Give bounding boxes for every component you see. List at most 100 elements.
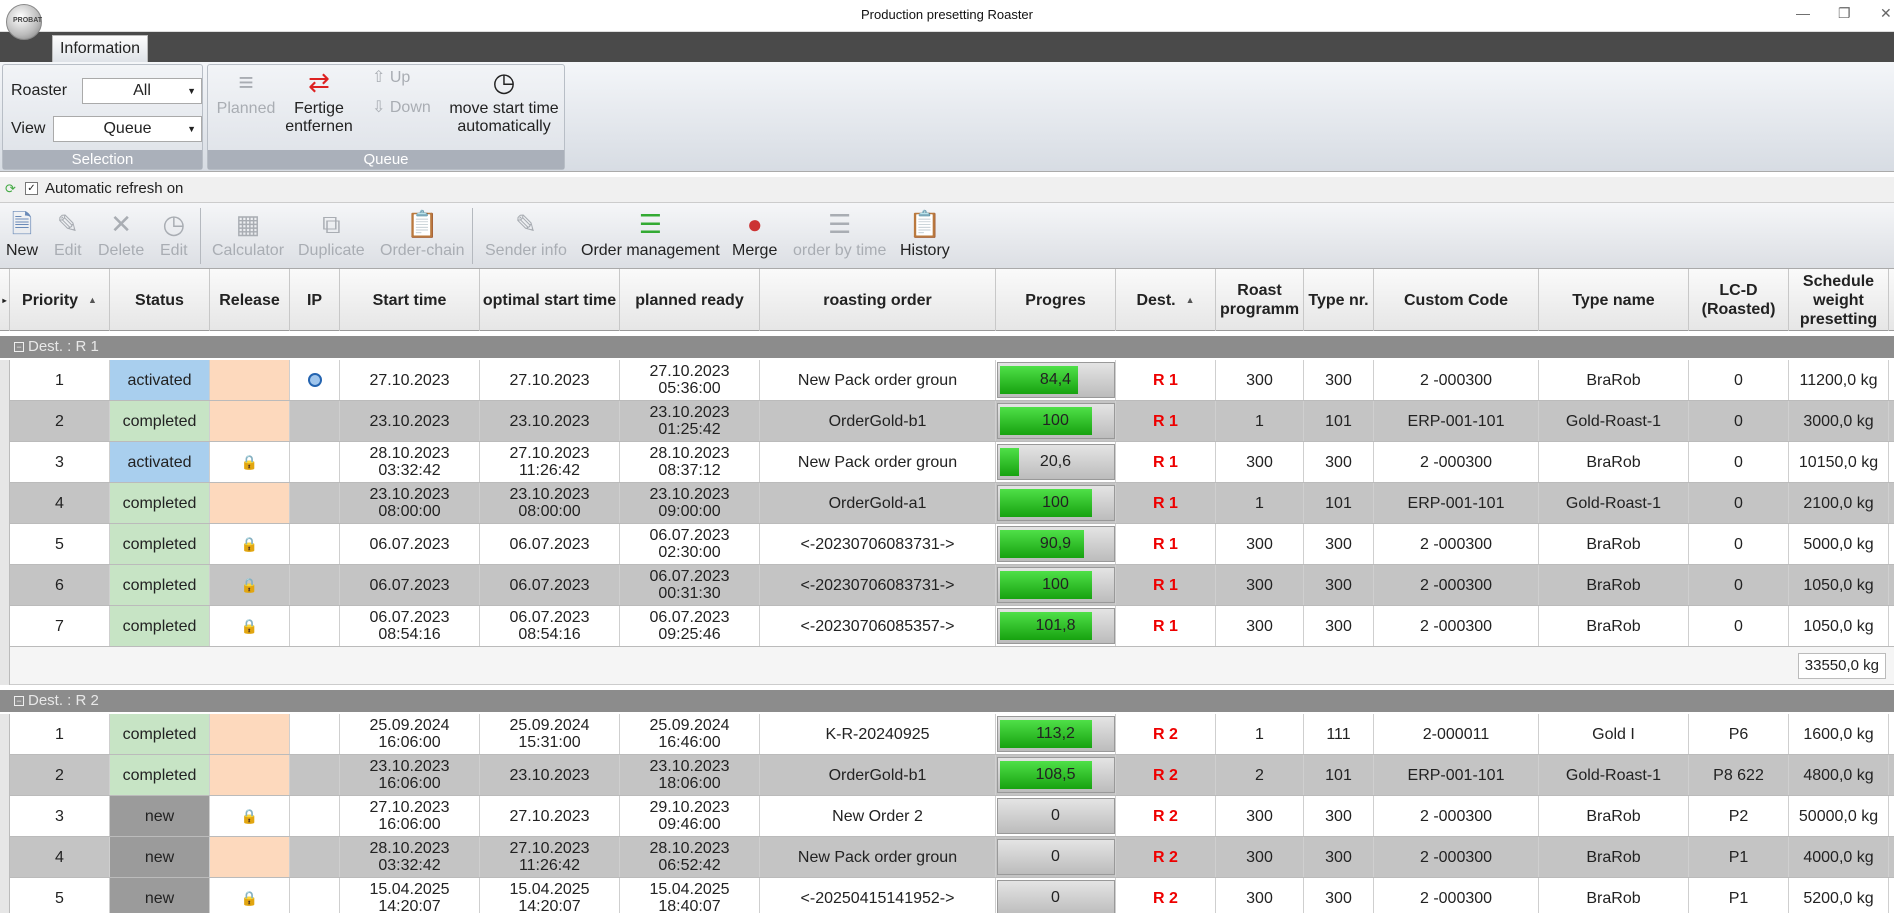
time-text: 11:26:42: [518, 462, 581, 479]
cell-roasting-order: <-20230706085357->: [760, 606, 996, 646]
merge-button[interactable]: ● Merge: [732, 206, 777, 260]
column-header-roast-programm[interactable]: Roast programm: [1216, 269, 1304, 331]
table-row[interactable]: 5 completed 🔒 06.07.2023 06.07.2023 06.07.202…: [10, 524, 1894, 565]
column-header-release[interactable]: Release: [210, 269, 290, 331]
date-text: 23.10.2023: [649, 486, 730, 503]
column-header-start-time[interactable]: Start time: [340, 269, 480, 331]
edit-button[interactable]: ✎ Edit: [54, 206, 82, 260]
group-header[interactable]: − Dest. : R 2: [0, 690, 1894, 712]
table-row[interactable]: 4 completed 23.10.2023 08:00:00 23.10.2023 08…: [10, 483, 1894, 524]
cell-start-time: 15.04.2025 14:20:07: [340, 878, 480, 913]
collapse-icon[interactable]: −: [14, 342, 24, 353]
column-header-priority[interactable]: Priority ▲: [10, 269, 110, 331]
minimize-icon[interactable]: —: [1796, 5, 1810, 21]
fertige-entfernen-button[interactable]: ⇄ Fertige entfernen: [284, 67, 354, 136]
refresh-checkbox[interactable]: ✓: [25, 182, 38, 195]
cell-roast-programm: 300: [1216, 878, 1304, 913]
cell-text: 300: [1325, 617, 1352, 635]
cell-ip: [290, 442, 340, 482]
cell-status: new: [110, 796, 210, 836]
selection-group: Roaster All ▼ View Queue ▼ Selection: [2, 64, 203, 170]
delete-button[interactable]: ✕ Delete: [98, 206, 144, 260]
refresh-bar: ⟳ ✓ Automatic refresh on: [0, 177, 1894, 203]
column-header-custom-code[interactable]: Custom Code: [1374, 269, 1539, 331]
move-start-time-button[interactable]: ◷ move start time automatically: [448, 67, 560, 136]
cell-type-nr: 101: [1304, 755, 1374, 795]
cell-text: 0: [1734, 576, 1743, 594]
column-header-planned-ready[interactable]: planned ready: [620, 269, 760, 331]
down-button[interactable]: ⇩ Down: [372, 99, 432, 117]
planned-button[interactable]: ≡ Planned: [216, 67, 276, 118]
calculator-button[interactable]: ▦ Calculator: [212, 206, 284, 260]
cell-optimal-start-time: 23.10.2023 08:00:00: [480, 483, 620, 523]
cell-lcd-roasted: 0: [1689, 606, 1789, 646]
column-header-optimal-start-time[interactable]: optimal start time: [480, 269, 620, 331]
app-logo[interactable]: PROBAT: [6, 4, 42, 40]
datetime: 23.10.2023 16:06:00: [369, 758, 449, 792]
column-header-dest[interactable]: Dest. ▲: [1116, 269, 1216, 331]
duplicate-button[interactable]: ⧉ Duplicate: [298, 206, 365, 260]
column-header-progres[interactable]: Progres: [996, 269, 1116, 331]
cell-text: 2 -000300: [1419, 453, 1493, 471]
table-row[interactable]: 3 new 🔒 27.10.2023 16:06:00 27.10.2023 29.10.2…: [10, 796, 1894, 837]
datetime: 23.10.2023: [509, 413, 589, 430]
column-header-ip[interactable]: IP: [290, 269, 340, 331]
column-header-status[interactable]: Status: [110, 269, 210, 331]
roaster-select[interactable]: All ▼: [82, 78, 202, 104]
maximize-icon[interactable]: ❐: [1838, 5, 1851, 22]
destination-label: R 2: [1153, 807, 1178, 825]
new-button[interactable]: 🗎 New: [6, 206, 38, 260]
cell-custom-code: 2 -000300: [1374, 878, 1539, 913]
table-row[interactable]: 2 completed 23.10.2023 16:06:00 23.10.2023 23…: [10, 755, 1894, 796]
column-header-lcd-roasted[interactable]: LC-D (Roasted): [1689, 269, 1789, 331]
cell-status: activated: [110, 360, 210, 400]
table-row[interactable]: 5 new 🔒 15.04.2025 14:20:07 15.04.2025 14:20:0…: [10, 878, 1894, 913]
view-select[interactable]: Queue ▼: [53, 116, 202, 142]
status-badge: completed: [122, 766, 197, 784]
cell-text: BraRob: [1586, 617, 1641, 635]
lock-icon: 🔒: [240, 617, 259, 634]
column-header-type-name[interactable]: Type name: [1539, 269, 1689, 331]
column-header-schedule-weight[interactable]: Schedule weight presetting: [1789, 269, 1889, 331]
cell-lcd-roasted: 0: [1689, 565, 1789, 605]
lock-icon: 🔒: [240, 889, 259, 906]
cell-text: ERP-001-101: [1407, 766, 1505, 784]
cell-lcd-roasted: 0: [1689, 524, 1789, 564]
tab-information[interactable]: Information: [52, 35, 148, 62]
collapse-icon[interactable]: −: [14, 696, 24, 707]
column-header-type-nr[interactable]: Type nr.: [1304, 269, 1374, 331]
table-row[interactable]: 3 activated 🔒 28.10.2023 03:32:42 27.10.2023 1…: [10, 442, 1894, 483]
order-chain-button[interactable]: 📋 Order-chain: [380, 206, 464, 260]
up-button[interactable]: ⇧ Up: [372, 69, 422, 87]
table-row[interactable]: 7 completed 🔒 06.07.2023 08:54:16 06.07.2023 0…: [10, 606, 1894, 647]
sender-info-button[interactable]: ✎ Sender info: [485, 206, 567, 260]
column-header-label: roasting order: [823, 291, 931, 310]
table-row[interactable]: 1 completed 25.09.2024 16:06:00 25.09.2024 15…: [10, 714, 1894, 755]
table-row[interactable]: 1 activated 27.10.2023 27.10.2023 27.10.2023…: [10, 360, 1894, 401]
table-row[interactable]: 6 completed 🔒 06.07.2023 06.07.2023 06.07.202…: [10, 565, 1894, 606]
table-row[interactable]: 2 completed 23.10.2023 23.10.2023 23.10.2023…: [10, 401, 1894, 442]
order-by-time-button[interactable]: ☰ order by time: [793, 206, 886, 260]
history-button[interactable]: 📋 History: [900, 206, 950, 260]
cell-roasting-order: <-20250415141952->: [760, 878, 996, 913]
roaster-label: Roaster: [11, 82, 68, 99]
cell-start-time: 25.09.2024 16:06:00: [340, 714, 480, 754]
group-header[interactable]: − Dest. : R 1: [0, 336, 1894, 358]
status-badge: completed: [122, 494, 197, 512]
time-text: 08:00:00: [518, 503, 581, 520]
datetime: 23.10.2023 09:00:00: [649, 486, 729, 520]
close-icon[interactable]: ✕: [1880, 5, 1892, 22]
edit-time-button[interactable]: ◷ Edit: [160, 206, 188, 260]
title-bar: Production presetting Roaster — ❐ ✕: [0, 0, 1894, 32]
order-management-button[interactable]: ☰ Order management: [581, 206, 720, 260]
table-row[interactable]: 4 new 28.10.2023 03:32:42 27.10.2023 11:26:42…: [10, 837, 1894, 878]
time-text: 18:40:07: [658, 898, 721, 913]
time-text: 18:06:00: [658, 775, 721, 792]
cell-text: New Pack order groun: [797, 848, 958, 866]
cell-optimal-start-time: 23.10.2023: [480, 401, 620, 441]
cell-text: 5: [55, 889, 64, 907]
column-header-roasting-order[interactable]: roasting order: [760, 269, 996, 331]
cell-type-nr: 300: [1304, 565, 1374, 605]
edit-icon: ✎: [56, 209, 79, 239]
time-text: 03:32:42: [378, 857, 441, 874]
